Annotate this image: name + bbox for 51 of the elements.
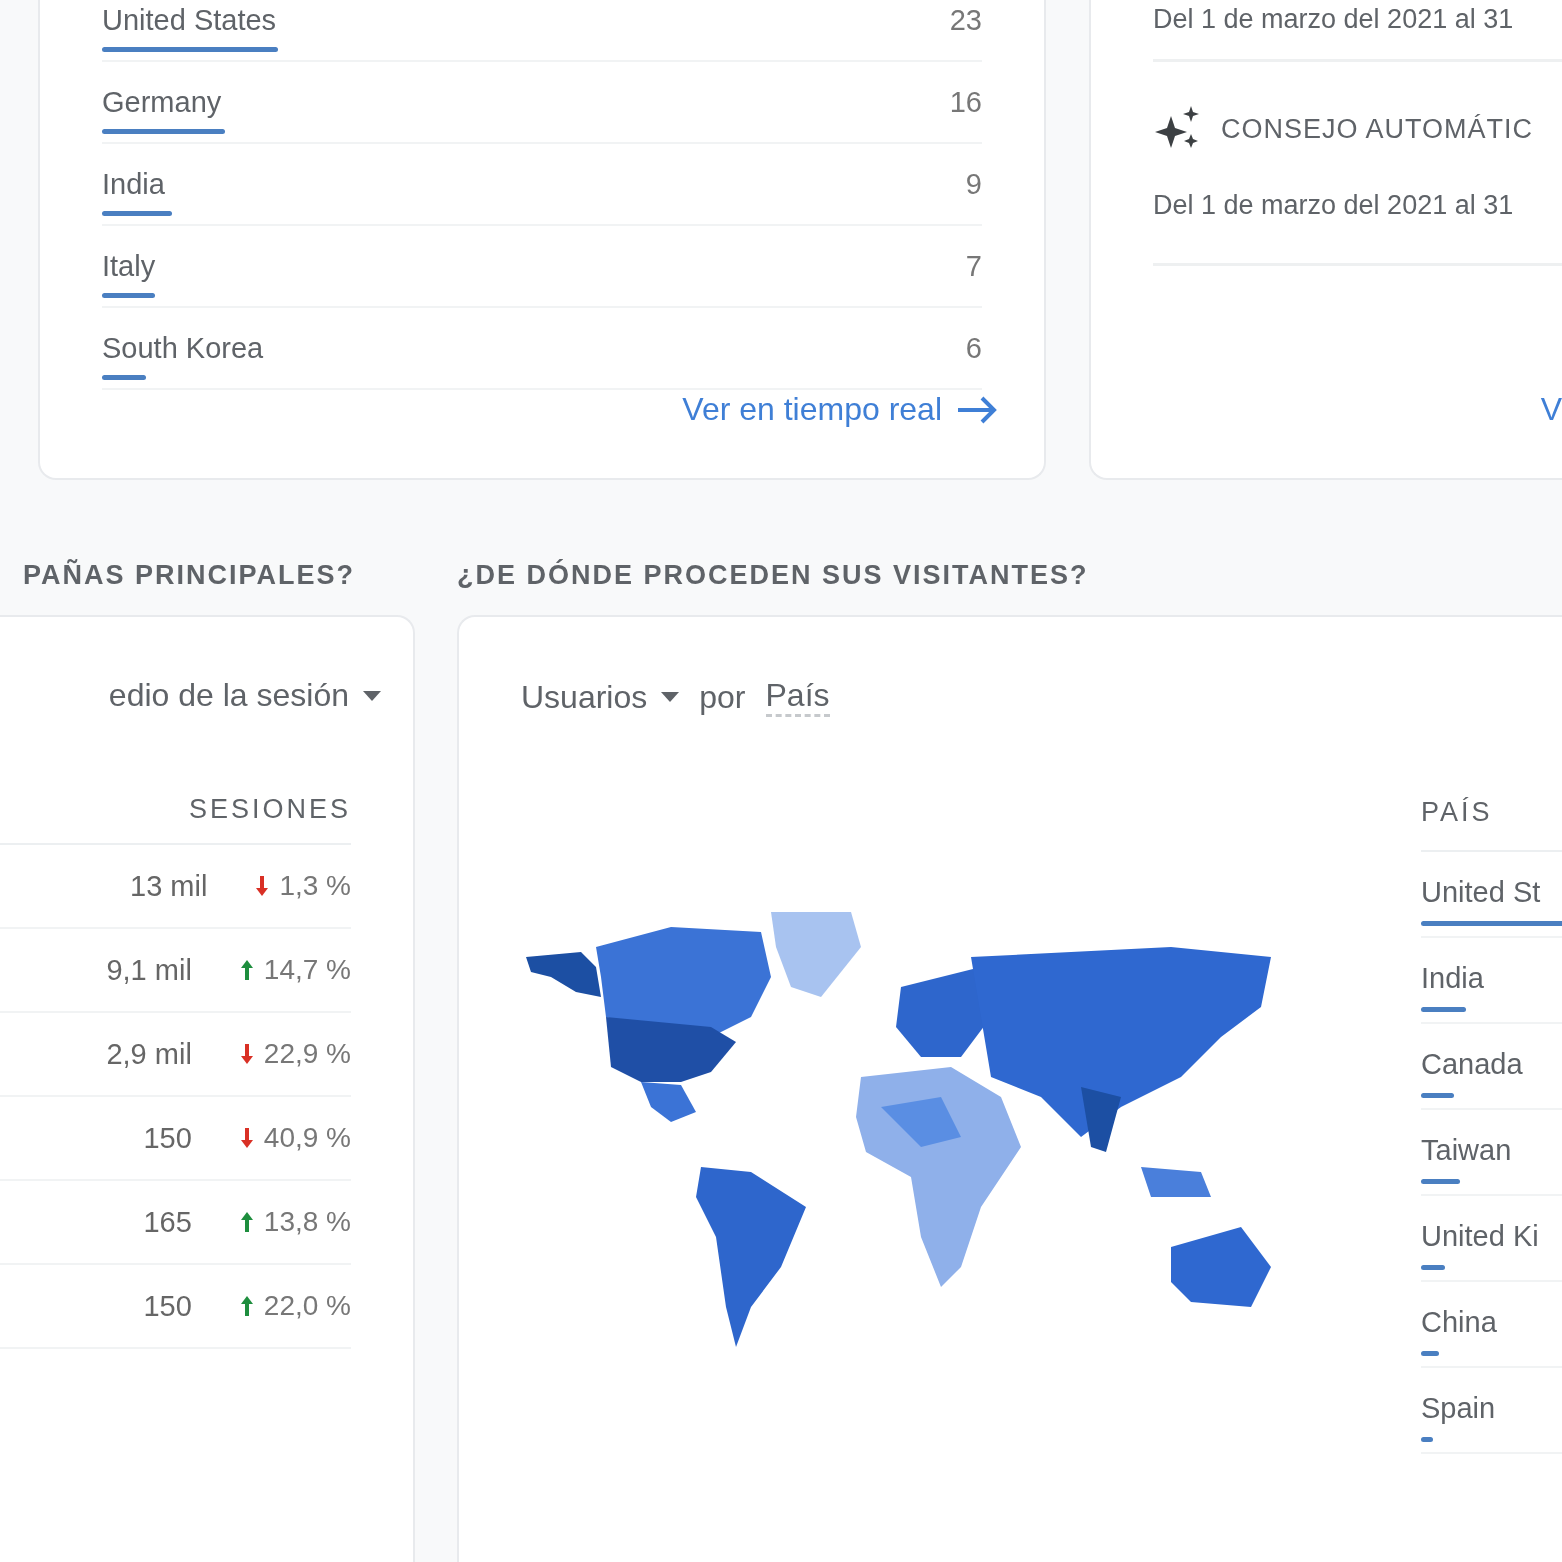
country-name: South Korea — [102, 332, 264, 365]
country-name: India — [1421, 962, 1485, 995]
column-header: SESIONES — [188, 794, 351, 825]
session-count: 2,9 mil — [106, 1037, 192, 1071]
up-arrow-icon — [239, 1210, 254, 1234]
session-count: 9,1 mil — [106, 953, 192, 987]
up-arrow-icon — [239, 958, 254, 982]
country-name: United States — [102, 4, 277, 37]
down-arrow-icon — [255, 874, 270, 898]
user-count: 16 — [949, 86, 982, 119]
user-count: 7 — [965, 250, 982, 283]
session-change: 22,9 % — [239, 1038, 351, 1070]
user-count: 6 — [965, 332, 982, 365]
dropdown-caret-icon — [661, 692, 680, 702]
arrow-right-icon — [956, 394, 998, 425]
country-name: Taiwan — [1421, 1134, 1513, 1167]
insight-label: CONSEJO AUTOMÁTIC — [1221, 113, 1534, 145]
view-link[interactable]: V — [1540, 391, 1562, 428]
section-heading: ¿DE DÓNDE PROCEDEN SUS VISITANTES? — [457, 560, 1090, 591]
country-name: Spain — [1421, 1392, 1497, 1425]
country-name: United St — [1421, 876, 1542, 909]
country-name: India — [102, 168, 165, 201]
dimension-link[interactable]: País — [765, 677, 830, 717]
down-arrow-icon — [239, 1042, 254, 1066]
section-heading: PAÑAS PRINCIPALES? — [22, 560, 355, 591]
session-count: 150 — [143, 1121, 192, 1155]
date-range: Del 1 de marzo del 2021 al 31 — [1153, 190, 1515, 221]
by-label: por — [699, 678, 746, 716]
session-change: 1,3 % — [255, 870, 351, 902]
session-change: 14,7 % — [239, 954, 351, 986]
up-arrow-icon — [239, 1294, 254, 1318]
country-name: Canada — [1421, 1048, 1524, 1081]
session-count: 165 — [143, 1205, 192, 1239]
down-arrow-icon — [239, 1126, 254, 1150]
date-range: Del 1 de marzo del 2021 al 31 — [1153, 4, 1515, 35]
session-change: 22,0 % — [239, 1290, 351, 1322]
session-change: 40,9 % — [239, 1122, 351, 1154]
dimension-dropdown[interactable]: edio de la sesión — [108, 677, 381, 714]
country-name: United Ki — [1421, 1220, 1540, 1253]
country-name: Italy — [102, 250, 156, 283]
dropdown-caret-icon — [363, 690, 381, 701]
country-name: Germany — [102, 86, 222, 119]
user-count: 23 — [949, 4, 982, 37]
session-count: 150 — [143, 1289, 192, 1323]
metric-dropdown[interactable]: Usuarios — [521, 678, 680, 716]
session-change: 13,8 % — [239, 1206, 351, 1238]
realtime-link[interactable]: Ver en tiempo real — [682, 391, 998, 428]
country-name: China — [1421, 1306, 1498, 1339]
user-count: 9 — [965, 168, 982, 201]
session-count: 13 mil — [130, 869, 208, 903]
column-header: PAÍS — [1421, 797, 1562, 852]
